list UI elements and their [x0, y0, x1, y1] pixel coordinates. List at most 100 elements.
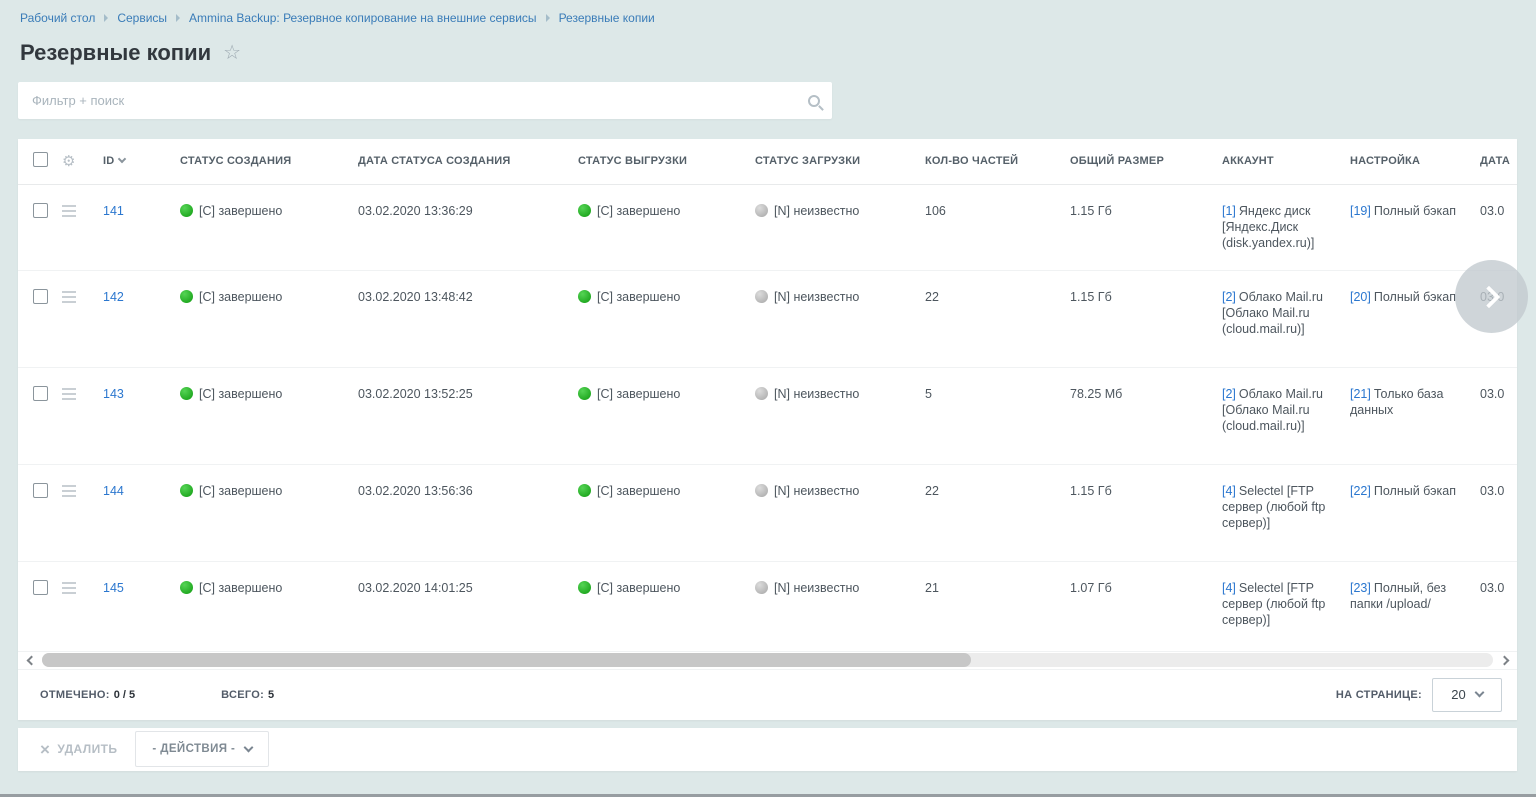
actions-dropdown-button[interactable]: - ДЕЙСТВИЯ -	[135, 731, 269, 767]
scroll-left-button[interactable]	[24, 653, 38, 667]
backup-id-link[interactable]: 144	[103, 484, 124, 498]
column-header-create-date[interactable]: ДАТА СТАТУСА СОЗДАНИЯ	[348, 139, 568, 184]
cell-create-date: 03.02.2020 13:48:42	[348, 270, 568, 367]
page-size-select[interactable]: 20	[1432, 678, 1502, 712]
cell-download-status: [N] неизвестно	[745, 561, 915, 651]
table-row: 142 [C] завершено 03.02.2020 13:48:42 [C…	[18, 270, 1517, 367]
sort-desc-icon	[118, 155, 126, 163]
column-header-date[interactable]: ДАТА	[1470, 139, 1517, 184]
delete-button[interactable]: × УДАЛИТЬ	[40, 741, 117, 758]
config-link[interactable]: [20]	[1350, 290, 1371, 304]
cell-create-status: [C] завершено	[170, 464, 348, 561]
breadcrumb-link-backups[interactable]: Резервные копии	[559, 11, 655, 25]
row-menu-icon[interactable]	[62, 203, 76, 220]
cell-config: [22]Полный бэкап	[1340, 464, 1470, 561]
breadcrumb-link-desktop[interactable]: Рабочий стол	[20, 11, 95, 25]
grid-settings-gear-icon[interactable]: ⚙	[62, 153, 76, 170]
page-size-value: 20	[1451, 687, 1465, 702]
search-icon[interactable]	[808, 95, 820, 107]
status-dot	[755, 290, 768, 303]
action-bar: × УДАЛИТЬ - ДЕЙСТВИЯ -	[18, 728, 1517, 771]
cell-size: 78.25 Мб	[1060, 367, 1212, 464]
column-header-id[interactable]: ID	[92, 139, 170, 184]
scrollbar-track[interactable]	[42, 653, 1493, 667]
row-menu-icon[interactable]	[62, 483, 76, 500]
account-link[interactable]: [1]	[1222, 204, 1236, 218]
config-link[interactable]: [23]	[1350, 581, 1371, 595]
cell-config: [23]Полный, без папки /upload/	[1340, 561, 1470, 651]
favorite-star-icon[interactable]: ☆	[223, 43, 241, 63]
breadcrumb-link-services[interactable]: Сервисы	[117, 11, 167, 25]
page-title: Резервные копии	[20, 40, 211, 66]
cell-parts: 5	[915, 367, 1060, 464]
status-dot	[578, 387, 591, 400]
backup-id-link[interactable]: 143	[103, 387, 124, 401]
cell-config: [20]Полный бэкап	[1340, 270, 1470, 367]
cell-parts: 21	[915, 561, 1060, 651]
row-checkbox[interactable]	[33, 386, 48, 401]
column-header-create-status[interactable]: СТАТУС СОЗДАНИЯ	[170, 139, 348, 184]
cell-config: [19]Полный бэкап	[1340, 184, 1470, 270]
config-link[interactable]: [22]	[1350, 484, 1371, 498]
status-dot	[578, 484, 591, 497]
cell-upload-status: [C] завершено	[568, 184, 745, 270]
column-header-parts[interactable]: КОЛ-ВО ЧАСТЕЙ	[915, 139, 1060, 184]
column-header-upload-status[interactable]: СТАТУС ВЫГРУЗКИ	[568, 139, 745, 184]
row-checkbox[interactable]	[33, 580, 48, 595]
column-header-account[interactable]: АККАУНТ	[1212, 139, 1340, 184]
breadcrumb-separator-icon	[176, 14, 180, 22]
breadcrumb-link-ammina-backup[interactable]: Ammina Backup: Резервное копирование на …	[189, 11, 537, 25]
status-dot	[180, 290, 193, 303]
backup-id-link[interactable]: 145	[103, 581, 124, 595]
cell-upload-status: [C] завершено	[568, 561, 745, 651]
status-dot	[755, 484, 768, 497]
account-link[interactable]: [4]	[1222, 581, 1236, 595]
scroll-right-button[interactable]	[1455, 260, 1528, 333]
table-row: 145 [C] завершено 03.02.2020 14:01:25 [C…	[18, 561, 1517, 651]
chevron-left-icon	[26, 655, 36, 665]
account-link[interactable]: [2]	[1222, 387, 1236, 401]
breadcrumb-separator-icon	[104, 14, 108, 22]
row-menu-icon[interactable]	[62, 386, 76, 403]
checked-label: ОТМЕЧЕНО:	[40, 689, 110, 701]
status-dot	[180, 484, 193, 497]
account-link[interactable]: [2]	[1222, 290, 1236, 304]
scrollbar-thumb[interactable]	[42, 653, 971, 667]
filter-search-input[interactable]	[32, 93, 808, 108]
row-menu-icon[interactable]	[62, 580, 76, 597]
row-checkbox[interactable]	[33, 203, 48, 218]
chevron-down-icon	[1474, 688, 1484, 698]
column-header-download-status[interactable]: СТАТУС ЗАГРУЗКИ	[745, 139, 915, 184]
select-all-checkbox[interactable]	[33, 152, 48, 167]
scroll-right-arrow-button[interactable]	[1497, 653, 1511, 667]
row-menu-icon[interactable]	[62, 289, 76, 306]
cell-parts: 106	[915, 184, 1060, 270]
account-link[interactable]: [4]	[1222, 484, 1236, 498]
backup-id-link[interactable]: 142	[103, 290, 124, 304]
cell-account: [1]Яндекс диск [Яндекс.Диск (disk.yandex…	[1212, 184, 1340, 270]
cell-account: [2]Облако Mail.ru [Облако Mail.ru (cloud…	[1212, 367, 1340, 464]
row-checkbox[interactable]	[33, 483, 48, 498]
cell-download-status: [N] неизвестно	[745, 270, 915, 367]
row-checkbox[interactable]	[33, 289, 48, 304]
config-link[interactable]: [21]	[1350, 387, 1371, 401]
chevron-down-icon	[244, 742, 254, 752]
column-header-size[interactable]: ОБЩИЙ РАЗМЕР	[1060, 139, 1212, 184]
status-dot	[578, 581, 591, 594]
cell-date: 03.0	[1470, 367, 1517, 464]
cell-upload-status: [C] завершено	[568, 367, 745, 464]
cell-create-date: 03.02.2020 13:56:36	[348, 464, 568, 561]
breadcrumb: Рабочий стол Сервисы Ammina Backup: Резе…	[0, 0, 1536, 25]
cell-download-status: [N] неизвестно	[745, 184, 915, 270]
cell-date: 03.0	[1470, 184, 1517, 270]
table-row: 144 [C] завершено 03.02.2020 13:56:36 [C…	[18, 464, 1517, 561]
config-link[interactable]: [19]	[1350, 204, 1371, 218]
cell-size: 1.15 Гб	[1060, 464, 1212, 561]
status-dot	[755, 387, 768, 400]
backup-grid: ⚙ ID СТАТУС СОЗДАНИЯ ДАТА СТАТУСА СОЗДАН…	[18, 139, 1517, 720]
column-header-config[interactable]: НАСТРОЙКА	[1340, 139, 1470, 184]
backup-id-link[interactable]: 141	[103, 204, 124, 218]
per-page-label: НА СТРАНИЦЕ:	[1336, 689, 1422, 701]
cell-create-status: [C] завершено	[170, 184, 348, 270]
cell-download-status: [N] неизвестно	[745, 464, 915, 561]
